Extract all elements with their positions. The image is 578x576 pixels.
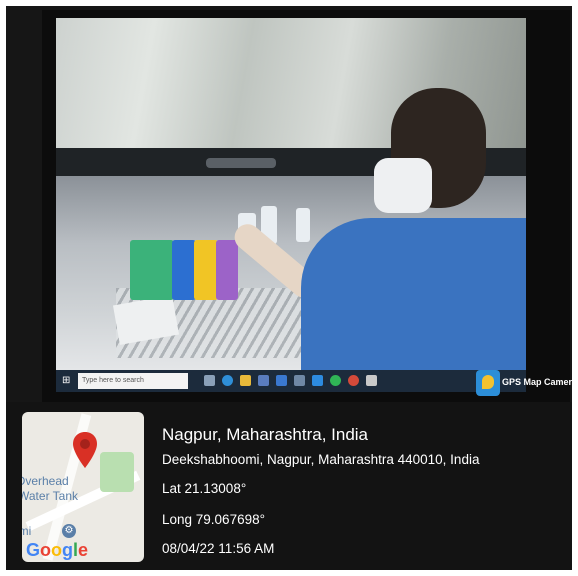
face-mask bbox=[374, 158, 432, 213]
map-label: Water Tank bbox=[22, 489, 79, 503]
chrome-icon[interactable] bbox=[348, 375, 359, 386]
whatsapp-icon[interactable] bbox=[330, 375, 341, 386]
person-shirt bbox=[301, 218, 526, 370]
monitor-screen-photo bbox=[56, 18, 526, 370]
map-poi-icon: ⚙ bbox=[62, 524, 76, 538]
google-logo: Google bbox=[26, 540, 89, 560]
gps-map-camera-label: GPS Map Camera bbox=[502, 377, 572, 387]
tube-rack-green bbox=[130, 240, 174, 300]
windows-start-icon[interactable]: ⊞ bbox=[62, 375, 74, 387]
location-datetime: 08/04/22 11:56 AM bbox=[162, 541, 275, 556]
app-icon[interactable] bbox=[294, 375, 305, 386]
map-thumbnail: Overhead Water Tank omi ⚙ Google bbox=[22, 412, 144, 562]
tube-rack-blue bbox=[172, 240, 196, 300]
file-explorer-icon[interactable] bbox=[240, 375, 251, 386]
photo-frame: ⊞ Type here to search GPS Map Camera Ove… bbox=[6, 6, 572, 570]
map-label: omi bbox=[22, 524, 32, 538]
location-info-panel: Overhead Water Tank omi ⚙ Google Nagpur,… bbox=[6, 402, 572, 570]
app-icon[interactable] bbox=[312, 375, 323, 386]
map-label: Overhead bbox=[22, 474, 69, 488]
tube-rack-purple bbox=[216, 240, 238, 300]
reagent-bottle bbox=[296, 208, 310, 242]
location-address: Deekshabhoomi, Nagpur, Maharashtra 44001… bbox=[162, 452, 480, 467]
mail-icon[interactable] bbox=[276, 375, 287, 386]
store-icon[interactable] bbox=[258, 375, 269, 386]
app-icon[interactable] bbox=[366, 375, 377, 386]
location-place: Nagpur, Maharashtra, India bbox=[162, 425, 369, 444]
map-park bbox=[100, 452, 134, 492]
gps-map-camera-logo-icon bbox=[476, 370, 500, 396]
location-latitude: Lat 21.13008° bbox=[162, 481, 247, 496]
location-longitude: Long 79.067698° bbox=[162, 512, 265, 527]
edge-icon[interactable] bbox=[222, 375, 233, 386]
fume-hood-handle bbox=[206, 158, 276, 168]
map-pin-icon bbox=[73, 432, 97, 468]
taskbar-search-input[interactable]: Type here to search bbox=[78, 373, 188, 389]
tube-rack-yellow bbox=[194, 240, 218, 300]
windows-taskbar: ⊞ Type here to search bbox=[56, 370, 526, 392]
task-view-icon[interactable] bbox=[204, 375, 215, 386]
